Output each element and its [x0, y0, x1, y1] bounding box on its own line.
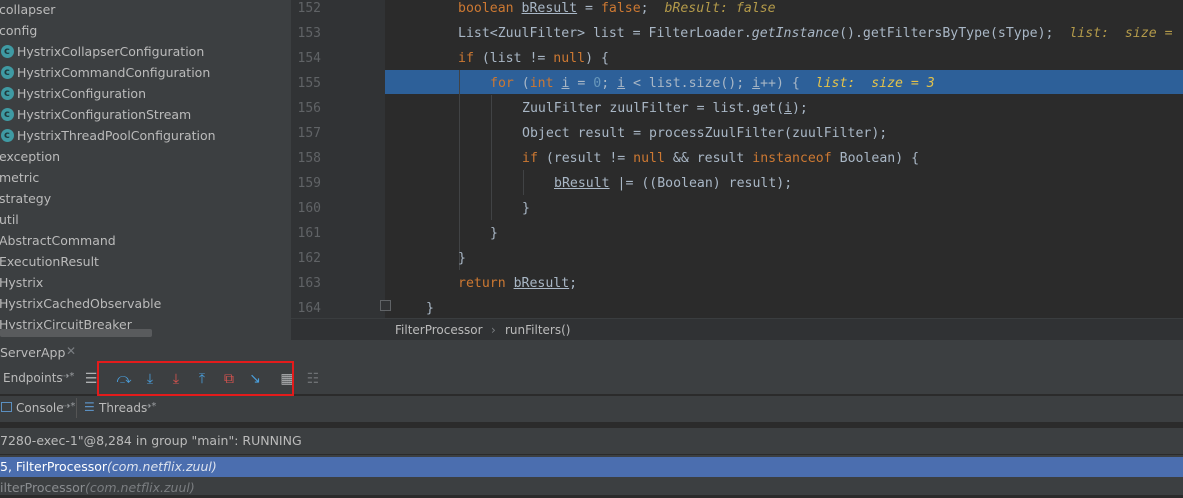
tree-item-label: strategy — [0, 191, 52, 206]
code-line-155: for (int i = 0; i < list.size(); i++) { … — [490, 76, 935, 91]
tree-item[interactable]: config — [0, 20, 37, 41]
line-number: 158 — [297, 151, 321, 166]
code-line-152: boolean bResult = false; bResult: false — [458, 1, 776, 16]
frames-list: 5, FilterProcessor (com.netflix.zuul) il… — [0, 455, 1183, 495]
tree-item-label: metric — [0, 170, 40, 185]
tree-item[interactable]: AbstractCommand — [0, 230, 116, 251]
tree-item-label: collapser — [0, 2, 56, 17]
tab-divider — [76, 398, 77, 418]
line-number: 159 — [297, 176, 321, 191]
tree-item-label: HystrixConfigurationStream — [17, 107, 192, 122]
config-class-icon — [1, 83, 14, 104]
tree-item-label: HystrixCollapserConfiguration — [17, 44, 205, 59]
line-number: 156 — [297, 101, 321, 116]
frame-package: (com.netflix.zuul) — [85, 480, 195, 495]
frame-package: (com.netflix.zuul) — [107, 459, 217, 474]
project-tree: collapser config HystrixCollapserConfigura… — [0, 0, 291, 340]
line-number: 163 — [297, 276, 321, 291]
config-class-icon — [1, 125, 14, 146]
code-line-163: return bResult; — [458, 276, 578, 291]
code-line-158: if (result != null && result instanceof … — [522, 151, 920, 166]
code-line-162: } — [458, 251, 466, 266]
tree-item-label: config — [0, 23, 38, 38]
tree-item[interactable]: util — [0, 209, 19, 230]
close-icon[interactable]: ✕ — [66, 344, 76, 358]
tree-item[interactable]: metric — [0, 167, 39, 188]
tree-item-label: HystrixCommandConfiguration — [17, 65, 211, 80]
code-line-156: ZuulFilter zuulFilter = list.get(i); — [522, 101, 808, 116]
tree-item[interactable]: HystrixCachedObservable — [0, 293, 161, 314]
line-number: 152 — [297, 1, 321, 16]
indent-guide — [459, 70, 460, 270]
indent-guide — [491, 95, 492, 220]
tree-item[interactable]: HystrixConfiguration — [1, 83, 146, 104]
line-number: 157 — [297, 126, 321, 141]
tree-item-label: Hystrix — [0, 275, 44, 290]
inline-hint: list: size = — [1069, 26, 1181, 41]
frame-row[interactable]: ilterProcessor (com.netflix.zuul) — [0, 478, 1183, 498]
endpoints-tab[interactable]: Endpoints — [3, 371, 63, 385]
tab-console[interactable]: Console — [16, 401, 64, 415]
threads-icon: ☰ — [84, 400, 95, 414]
indent-guide — [523, 170, 524, 195]
code-line-154: if (list != null) { — [458, 51, 609, 66]
breadcrumb-method[interactable]: runFilters() — [505, 319, 570, 341]
thread-selector[interactable]: 7280-exec-1"@8,284 in group "main": RUNN… — [0, 428, 1183, 455]
tree-horizontal-scrollbar[interactable] — [0, 329, 152, 337]
tree-item-label: HystrixCachedObservable — [0, 296, 162, 311]
inline-hint: list: size = 3 — [815, 76, 935, 91]
console-icon — [1, 402, 12, 412]
breadcrumb-separator-icon: › — [491, 323, 496, 337]
tree-item-label: HystrixConfiguration — [17, 86, 146, 101]
tree-item-label: util — [0, 212, 19, 227]
line-number: 153 — [297, 26, 321, 41]
stepping-buttons-highlight — [97, 361, 294, 396]
frame-method: 5, FilterProcessor — [0, 459, 108, 474]
tree-item[interactable]: exception — [0, 146, 60, 167]
tree-item[interactable]: collapser — [0, 0, 55, 20]
tree-item[interactable]: ExecutionResult — [0, 251, 99, 272]
frame-method: ilterProcessor — [0, 480, 85, 495]
pin-tab-icon[interactable]: ⇢* — [143, 401, 156, 412]
tree-item[interactable]: HystrixCommandConfiguration — [1, 62, 210, 83]
frame-row-selected[interactable]: 5, FilterProcessor (com.netflix.zuul) — [0, 457, 1183, 477]
tree-item-label: ExecutionResult — [0, 254, 99, 269]
breadcrumb-class[interactable]: FilterProcessor — [395, 319, 483, 341]
debug-session-tab[interactable]: ServerApp — [0, 345, 65, 360]
fold-marker-icon[interactable] — [380, 300, 391, 311]
inline-hint: bResult: false — [664, 1, 776, 16]
tree-item[interactable]: HystrixThreadPoolConfiguration — [1, 125, 216, 146]
tab-threads[interactable]: Threads — [99, 401, 147, 415]
line-number: 162 — [297, 251, 321, 266]
line-number: 155 — [297, 76, 321, 91]
tree-item[interactable]: Hystrix — [0, 272, 43, 293]
code-line-153: List<ZuulFilter> list = FilterLoader.get… — [458, 26, 1181, 41]
config-class-icon — [1, 41, 14, 62]
tree-item-label: AbstractCommand — [0, 233, 116, 248]
tree-item[interactable]: strategy — [0, 188, 51, 209]
code-line-161: } — [490, 226, 498, 241]
code-line-157: Object result = processZuulFilter(zuulFi… — [522, 126, 888, 141]
tree-item[interactable]: HystrixCollapserConfiguration — [1, 41, 204, 62]
config-class-icon — [1, 104, 14, 125]
config-class-icon — [1, 62, 14, 83]
pin-tab-icon[interactable]: ⇢* — [62, 401, 75, 412]
thread-status: 7280-exec-1"@8,284 in group "main": RUNN… — [0, 433, 302, 448]
line-number: 160 — [297, 201, 321, 216]
debug-subtabs: Console ⇢* ☰ Threads ⇢* — [0, 396, 1183, 423]
pin-tab-icon[interactable]: ⇢* — [61, 371, 74, 382]
line-number: 154 — [297, 51, 321, 66]
tree-item[interactable]: HystrixConfigurationStream — [1, 104, 191, 125]
breadcrumb: FilterProcessor › runFilters() — [291, 318, 1183, 341]
tree-item-label: exception — [0, 149, 61, 164]
tree-item-label: HystrixThreadPoolConfiguration — [17, 128, 216, 143]
trace-icon[interactable]: ☷ — [302, 368, 324, 390]
line-number: 161 — [297, 226, 321, 241]
code-line-160: } — [522, 201, 530, 216]
code-line-159: bResult |= ((Boolean) result); — [554, 176, 793, 191]
